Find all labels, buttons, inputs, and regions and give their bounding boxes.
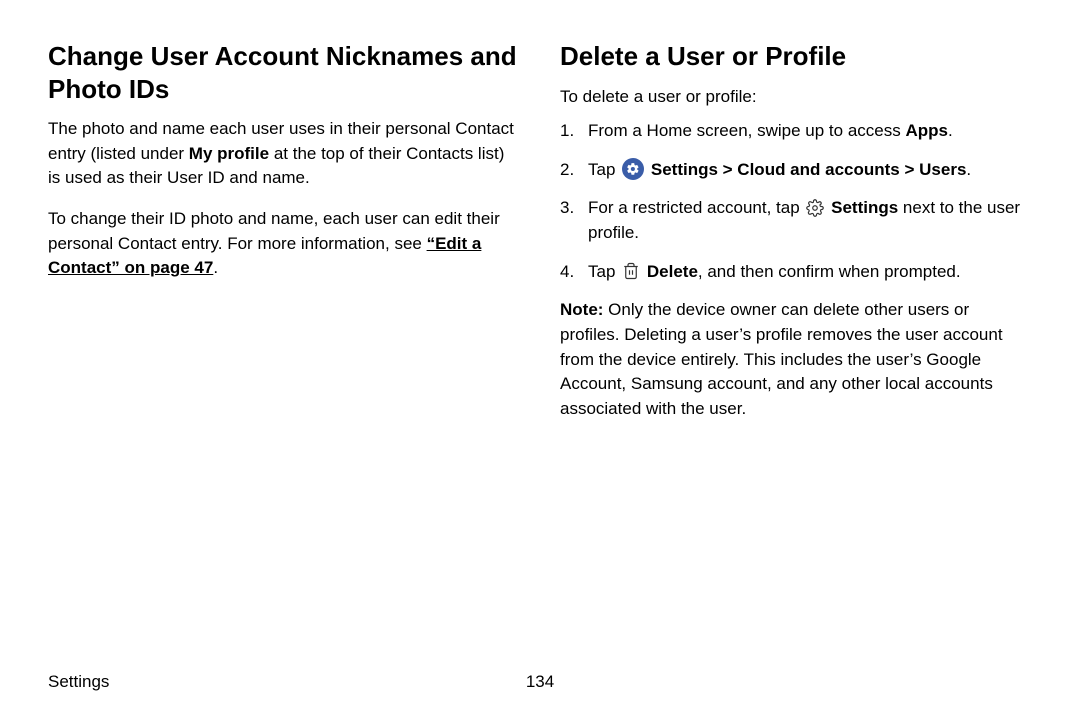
page-content: Change User Account Nicknames and Photo … [48, 40, 1032, 650]
settings-gear-icon [622, 158, 644, 180]
trash-icon [621, 261, 641, 281]
step-3: For a restricted account, tap Settings n… [560, 196, 1032, 245]
text: . [948, 121, 953, 140]
settings-outline-icon [805, 198, 825, 218]
bold-settings-path: Settings > Cloud and accounts > Users [651, 160, 967, 179]
step-2: Tap Settings > Cloud and accounts > User… [560, 158, 1032, 183]
note-paragraph: Note: Only the device owner can delete o… [560, 298, 1032, 421]
note-body: Only the device owner can delete other u… [560, 300, 1003, 418]
intro-delete: To delete a user or profile: [560, 85, 1032, 110]
step-4: Tap Delete, and then confirm when prompt… [560, 260, 1032, 285]
text: From a Home screen, swipe up to access [588, 121, 905, 140]
page-footer: Settings 134 [48, 672, 1032, 692]
bold-my-profile: My profile [189, 144, 269, 163]
bold-apps: Apps [905, 121, 948, 140]
text: . [213, 258, 218, 277]
footer-page-number: 134 [526, 672, 554, 692]
note-label: Note: [560, 300, 608, 319]
text: Tap [588, 160, 620, 179]
para-nickname-description: The photo and name each user uses in the… [48, 117, 520, 191]
heading-delete-user: Delete a User or Profile [560, 40, 1032, 73]
footer-section-label: Settings [48, 672, 109, 692]
heading-change-nicknames: Change User Account Nicknames and Photo … [48, 40, 520, 105]
step-1: From a Home screen, swipe up to access A… [560, 119, 1032, 144]
text: , and then confirm when prompted. [698, 262, 961, 281]
para-change-id: To change their ID photo and name, each … [48, 207, 520, 281]
bold-settings: Settings [831, 198, 898, 217]
text: For a restricted account, tap [588, 198, 804, 217]
left-column: Change User Account Nicknames and Photo … [48, 40, 520, 650]
bold-delete: Delete [647, 262, 698, 281]
text: . [966, 160, 971, 179]
steps-list: From a Home screen, swipe up to access A… [560, 119, 1032, 284]
text: Tap [588, 262, 620, 281]
right-column: Delete a User or Profile To delete a use… [560, 40, 1032, 650]
